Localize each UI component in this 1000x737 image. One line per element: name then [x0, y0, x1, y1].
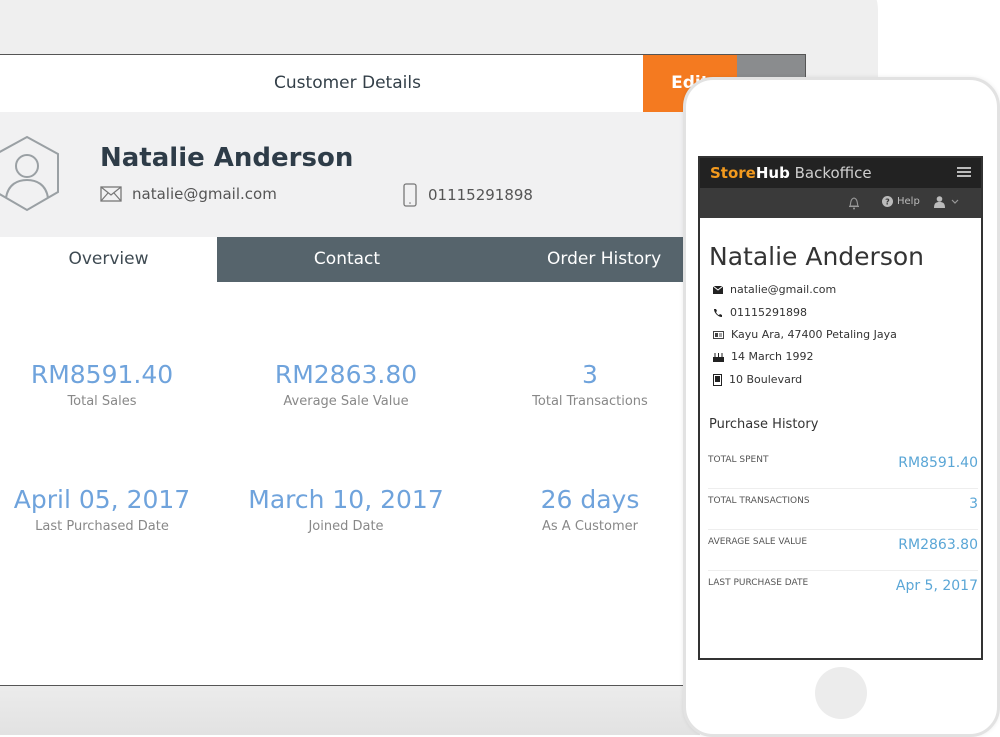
help-link[interactable]: ? Help	[882, 196, 920, 207]
tab-order-history-label: Order History	[547, 249, 662, 269]
page-title: Customer Details	[274, 73, 421, 93]
mobile-phone-icon	[403, 183, 417, 207]
brand-hub: Hub	[755, 164, 790, 182]
tab-contact[interactable]: Contact	[217, 237, 477, 282]
stat-customer-duration: 26 days As A Customer	[475, 485, 705, 534]
email-row: natalie@gmail.com	[100, 185, 277, 203]
avatar	[0, 134, 62, 218]
stat-label: Average Sale Value	[283, 394, 409, 409]
stat-value: RM2863.80	[274, 360, 418, 389]
stat-label: Total Transactions	[532, 394, 648, 409]
stat-label: Total Sales	[67, 394, 137, 409]
phone-app-header: StoreHub Backoffice	[700, 158, 981, 188]
stat-value: March 10, 2017	[248, 485, 444, 514]
customer-email: natalie@gmail.com	[132, 185, 277, 203]
stat-total-transactions: 3 Total Transactions	[475, 360, 705, 409]
envelope-icon	[713, 285, 723, 294]
envelope-icon	[100, 186, 122, 202]
hamburger-menu-icon[interactable]	[957, 166, 971, 178]
stat-average-sale-value: RM2863.80 Average Sale Value	[231, 360, 461, 409]
address-card-icon	[713, 330, 724, 339]
stat-label: Last Purchased Date	[35, 519, 169, 534]
purchase-row-label: LAST PURCHASE DATE	[708, 578, 809, 588]
phone-building-row: 10 Boulevard	[713, 373, 802, 386]
tablet-bezel-bottom	[0, 684, 700, 735]
stat-label: As A Customer	[542, 519, 638, 534]
svg-text:?: ?	[885, 198, 890, 207]
customer-phone: 01115291898	[428, 186, 533, 204]
stat-joined-date: March 10, 2017 Joined Date	[231, 485, 461, 534]
tab-overview[interactable]: Overview	[0, 237, 217, 282]
phone-address-row: Kayu Ara, 47400 Petaling Jaya	[713, 328, 897, 341]
stat-last-purchased-date: April 05, 2017 Last Purchased Date	[0, 485, 217, 534]
purchase-row-label: AVERAGE SALE VALUE	[708, 537, 808, 547]
phone-toolbar: ? Help	[700, 188, 981, 218]
phone-email-row: natalie@gmail.com	[713, 283, 836, 296]
help-label: Help	[897, 196, 920, 207]
user-menu[interactable]	[934, 196, 959, 208]
phone-phone-row: 01115291898	[713, 306, 807, 319]
stat-value: April 05, 2017	[13, 485, 191, 514]
phone-email: natalie@gmail.com	[730, 283, 837, 296]
customer-name: Natalie Anderson	[100, 143, 354, 173]
storehub-logo: StoreHub Backoffice	[710, 164, 872, 182]
phone-number: 01115291898	[730, 306, 807, 319]
phone-home-button[interactable]	[815, 667, 867, 719]
birthday-cake-icon	[713, 352, 724, 362]
bell-icon[interactable]	[848, 196, 860, 210]
stat-total-sales: RM8591.40 Total Sales	[0, 360, 217, 409]
phone-birthday: 14 March 1992	[731, 350, 814, 363]
question-circle-icon: ?	[882, 196, 893, 207]
purchase-row: AVERAGE SALE VALUE RM2863.80	[708, 529, 978, 571]
purchase-row: TOTAL TRANSACTIONS 3	[708, 488, 978, 530]
purchase-row-value: Apr 5, 2017	[895, 578, 978, 594]
stat-value: RM8591.40	[30, 360, 174, 389]
phone-building: 10 Boulevard	[729, 373, 803, 386]
stat-value: 3	[582, 360, 598, 389]
purchase-row-label: TOTAL SPENT	[708, 455, 769, 465]
brand-store: Store	[710, 164, 756, 182]
purchase-row-value: RM8591.40	[898, 455, 978, 471]
purchase-row-value: 3	[969, 496, 978, 512]
purchase-row-label: TOTAL TRANSACTIONS	[708, 496, 810, 506]
purchase-history-title: Purchase History	[709, 417, 819, 432]
purchase-row: TOTAL SPENT RM8591.40	[708, 447, 978, 489]
user-icon	[934, 196, 945, 208]
phone-birthday-row: 14 March 1992	[713, 350, 814, 363]
brand-backoffice: Backoffice	[789, 164, 872, 182]
chevron-down-icon	[951, 199, 959, 204]
phone-customer-name: Natalie Anderson	[709, 242, 925, 271]
phone-handset-icon	[714, 308, 722, 317]
building-icon	[713, 373, 722, 386]
stat-label: Joined Date	[308, 519, 384, 534]
stat-value: 26 days	[540, 485, 640, 514]
user-hexagon-icon	[0, 135, 59, 212]
phone-screen: StoreHub Backoffice ? Help Natalie Ander…	[698, 156, 983, 660]
phone-address: Kayu Ara, 47400 Petaling Jaya	[731, 328, 897, 341]
phone-row: 01115291898	[402, 183, 533, 207]
purchase-row-value: RM2863.80	[898, 537, 978, 553]
purchase-row: LAST PURCHASE DATE Apr 5, 2017	[708, 570, 978, 611]
